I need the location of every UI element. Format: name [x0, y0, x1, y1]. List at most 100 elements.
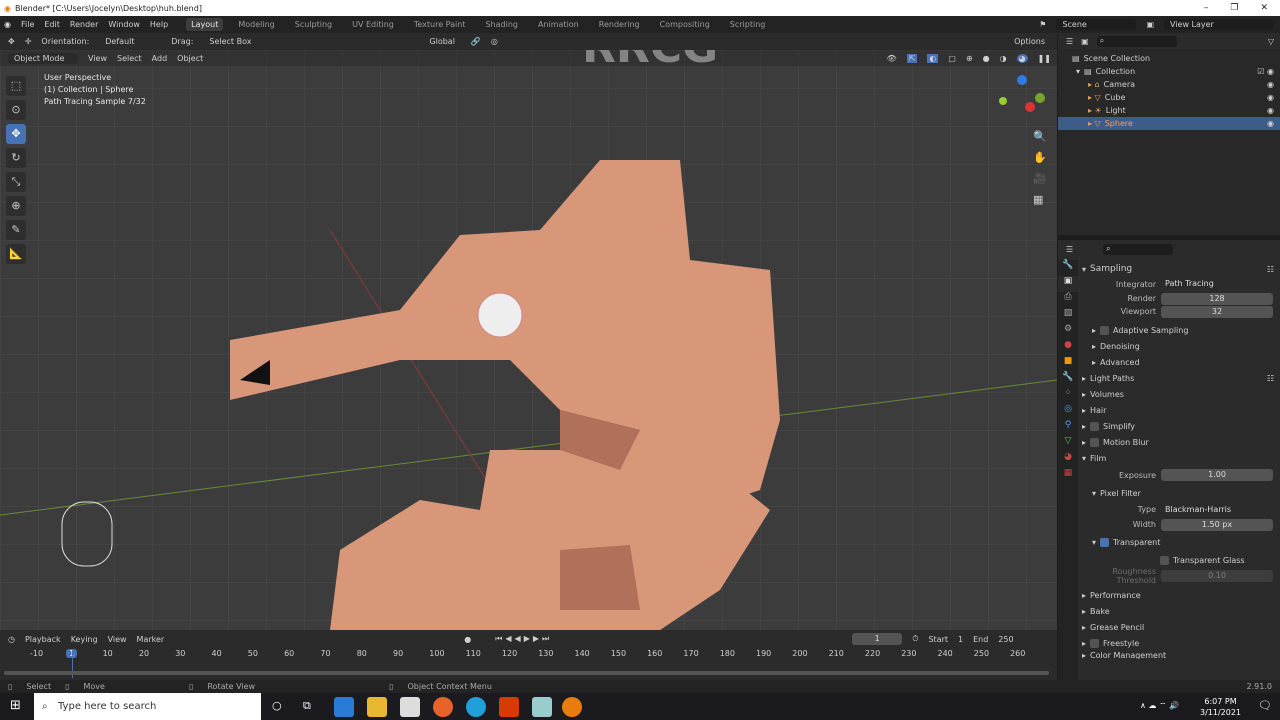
- view-layer-selector[interactable]: View Layer: [1164, 19, 1274, 30]
- menu-keying[interactable]: Keying: [71, 635, 98, 644]
- view-layer-icon[interactable]: ▣: [1146, 20, 1154, 29]
- mail-icon[interactable]: [334, 697, 354, 717]
- grid-view-icon[interactable]: ▦: [1033, 193, 1047, 206]
- outliner-item-cube[interactable]: ▸ ▽ Cube ◉: [1058, 91, 1280, 104]
- panel-color-management[interactable]: ▸ Color Management: [1078, 651, 1280, 659]
- integrator-dropdown[interactable]: Path Tracing: [1161, 278, 1273, 290]
- subpanel-advanced[interactable]: ▸ Advanced: [1078, 354, 1280, 370]
- panel-bake[interactable]: ▸ Bake: [1078, 603, 1280, 619]
- panel-sampling[interactable]: ▾ Sampling ☷: [1078, 262, 1280, 276]
- menu-render[interactable]: Render: [70, 20, 98, 29]
- visibility-eye-icon[interactable]: ◉: [1267, 106, 1274, 115]
- outliner-item-sphere[interactable]: ▸ ▽ Sphere ◉: [1058, 117, 1280, 130]
- store-icon[interactable]: [400, 697, 420, 717]
- tab-modeling[interactable]: Modeling: [233, 18, 279, 31]
- menu-marker[interactable]: Marker: [137, 635, 165, 644]
- tab-shading[interactable]: Shading: [480, 18, 523, 31]
- roughness-field[interactable]: 0.10: [1161, 569, 1273, 582]
- scene-icon[interactable]: ⚑: [1039, 20, 1046, 29]
- office-icon[interactable]: [499, 697, 519, 717]
- physics-tab-icon[interactable]: ◎: [1058, 404, 1078, 420]
- taskbar-search[interactable]: ⌕ Type here to search: [34, 693, 261, 720]
- clock[interactable]: 6:07 PM 3/11/2021: [1200, 696, 1241, 718]
- properties-search[interactable]: ⌕: [1103, 243, 1174, 255]
- transparent-glass-checkbox[interactable]: [1160, 555, 1169, 565]
- windows-start-icon[interactable]: ⊞: [10, 698, 21, 713]
- object-tab-icon[interactable]: ■: [1058, 356, 1078, 372]
- constraints-tab-icon[interactable]: ⚲: [1058, 420, 1078, 436]
- system-tray-icons[interactable]: ∧ ☁ ⌔ 🔊: [1140, 701, 1179, 711]
- outliner-search[interactable]: ⌕: [1096, 35, 1177, 47]
- auto-key-icon[interactable]: ●: [464, 635, 471, 644]
- snap-icon[interactable]: 🔗: [471, 37, 481, 46]
- output-tab-icon[interactable]: ⎙: [1058, 292, 1078, 308]
- visibility-eye-icon[interactable]: ☑ ◉: [1257, 67, 1274, 76]
- filter-view-icon[interactable]: ▣: [1081, 37, 1089, 46]
- subpanel-denoising[interactable]: ▸ Denoising: [1078, 338, 1280, 354]
- modifier-tab-icon[interactable]: 🔧: [1058, 372, 1078, 388]
- 3d-viewport[interactable]: Object Mode View Select Add Object 👁 ⇱ ◐…: [0, 50, 1057, 630]
- panel-freestyle[interactable]: ▸ Freestyle: [1078, 635, 1280, 651]
- panel-volumes[interactable]: ▸ Volumes: [1078, 386, 1280, 402]
- tab-layout[interactable]: Layout: [186, 18, 224, 31]
- checkbox[interactable]: [1090, 421, 1100, 431]
- texture-tab-icon[interactable]: ▦: [1058, 468, 1078, 484]
- pan-hand-icon[interactable]: ✋: [1033, 151, 1047, 164]
- transform-orientation-dropdown[interactable]: Global: [423, 36, 461, 47]
- outliner-collection[interactable]: ▾ ▤ Collection ☑ ◉: [1058, 65, 1280, 78]
- tab-uv-editing[interactable]: UV Editing: [347, 18, 399, 31]
- timeline-scrollbar[interactable]: [4, 671, 1049, 675]
- file-explorer-icon[interactable]: [367, 697, 387, 717]
- panel-grease-pencil[interactable]: ▸ Grease Pencil: [1078, 619, 1280, 635]
- frame-ruler[interactable]: -101102030405060708090100110120130140150…: [0, 648, 1057, 662]
- notifications-icon[interactable]: 🗨: [1258, 699, 1272, 712]
- render-samples-field[interactable]: 128: [1161, 292, 1273, 305]
- blender-menu-icon[interactable]: ◉: [4, 20, 11, 29]
- menu-help[interactable]: Help: [150, 20, 168, 29]
- render-tab-icon[interactable]: ▣: [1058, 276, 1078, 292]
- transform-pivot-icon[interactable]: ✥: [8, 37, 15, 46]
- task-view-icon[interactable]: ⧉: [303, 699, 311, 713]
- filter-icon[interactable]: ▽: [1268, 37, 1274, 46]
- edge-icon[interactable]: [466, 697, 486, 717]
- panel-film[interactable]: ▾ Film: [1078, 450, 1280, 466]
- presets-icon[interactable]: ☷: [1267, 265, 1274, 274]
- tab-compositing[interactable]: Compositing: [655, 18, 715, 31]
- scene-tab-icon[interactable]: ⚙: [1058, 324, 1078, 340]
- stopwatch-icon[interactable]: ⏱: [912, 634, 918, 644]
- transparent-checkbox[interactable]: [1100, 537, 1110, 547]
- exposure-field[interactable]: 1.00: [1161, 469, 1273, 481]
- data-tab-icon[interactable]: ▽: [1058, 436, 1078, 452]
- tab-sculpting[interactable]: Sculpting: [290, 18, 337, 31]
- tab-scripting[interactable]: Scripting: [725, 18, 771, 31]
- firefox-icon[interactable]: [433, 697, 453, 717]
- menu-window[interactable]: Window: [108, 20, 140, 29]
- subpanel-transparent[interactable]: ▾ Transparent: [1078, 532, 1280, 552]
- drag-dropdown[interactable]: Select Box: [203, 36, 264, 47]
- editor-type-icon[interactable]: ☰: [1066, 245, 1073, 254]
- playback-controls[interactable]: ⏮◀◀▶▶⏭: [495, 634, 552, 644]
- filter-width-field[interactable]: 1.50 px: [1161, 518, 1273, 531]
- viewport-samples-field[interactable]: 32: [1161, 305, 1273, 318]
- subpanel-pixel-filter[interactable]: ▾ Pixel Filter: [1078, 484, 1280, 502]
- world-tab-icon[interactable]: ●: [1058, 340, 1078, 356]
- display-mode-icon[interactable]: ☰: [1066, 37, 1073, 46]
- camera-view-icon[interactable]: 🎥: [1033, 172, 1047, 185]
- panel-motion-blur[interactable]: ▸ Motion Blur: [1078, 434, 1280, 450]
- panel-performance[interactable]: ▸ Performance: [1078, 587, 1280, 603]
- visibility-eye-icon[interactable]: ◉: [1267, 119, 1274, 128]
- tool-tab-icon[interactable]: 🔧: [1058, 260, 1078, 276]
- proportional-edit-icon[interactable]: ◎: [491, 37, 498, 46]
- checkbox[interactable]: [1090, 437, 1100, 447]
- view-layer-tab-icon[interactable]: ▧: [1058, 308, 1078, 324]
- subpanel-adaptive-sampling[interactable]: ▸ Adaptive Sampling: [1078, 322, 1280, 338]
- checkbox[interactable]: [1100, 325, 1110, 335]
- filter-type-dropdown[interactable]: Blackman-Harris: [1161, 503, 1273, 516]
- checkbox[interactable]: [1090, 638, 1100, 648]
- editor-type-icon[interactable]: ◷: [8, 635, 15, 644]
- tab-texture-paint[interactable]: Texture Paint: [409, 18, 471, 31]
- panel-light-paths[interactable]: ▸ Light Paths ☷: [1078, 370, 1280, 386]
- tab-rendering[interactable]: Rendering: [594, 18, 645, 31]
- zoom-icon[interactable]: 🔍: [1033, 130, 1047, 143]
- close-button[interactable]: ✕: [1260, 3, 1268, 13]
